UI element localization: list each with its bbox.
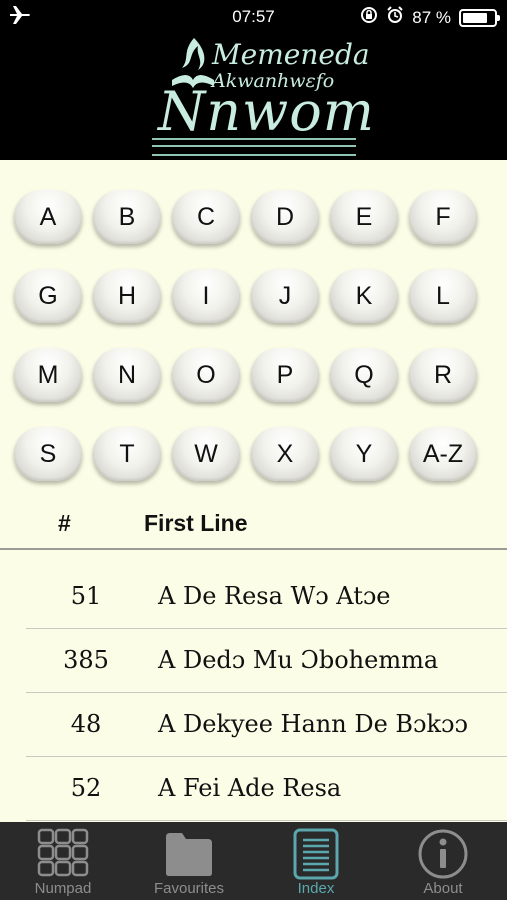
hymnbook-logo: Memeneda Akwanhwɛfo Nnwom — [150, 36, 374, 156]
letter-button-f[interactable]: F — [409, 190, 477, 244]
letter-button-c[interactable]: C — [172, 190, 240, 244]
letter-button-a[interactable]: A — [14, 190, 82, 244]
letter-button-d[interactable]: D — [251, 190, 319, 244]
letter-button-s[interactable]: S — [14, 427, 82, 481]
letter-button-x[interactable]: X — [251, 427, 319, 481]
tab-favourites[interactable]: Favourites — [126, 822, 252, 900]
letter-button-b[interactable]: B — [93, 190, 161, 244]
letter-button-j[interactable]: J — [251, 269, 319, 323]
info-icon — [418, 829, 468, 879]
tab-label: Favourites — [153, 880, 225, 897]
list-document-icon — [293, 828, 339, 880]
battery-icon — [459, 8, 500, 27]
hymn-first-line: A Dedɔ Mu Ɔbohemma — [158, 646, 439, 674]
letter-button-o[interactable]: O — [172, 348, 240, 402]
hymn-row[interactable]: 51 A De Resa Wɔ Atɔe — [26, 565, 507, 629]
tab-label: Numpad — [34, 880, 92, 897]
app-header: 07:57 87 % Memeneda Akwanhwɛfo Nnwom — [0, 0, 507, 160]
hymn-number: 52 — [70, 774, 102, 802]
hymn-number: 385 — [63, 646, 109, 674]
column-header-first-line: First Line — [144, 510, 248, 536]
hymn-table-header: # First Line — [0, 500, 507, 550]
folder-icon — [166, 833, 212, 876]
status-right: 87 % — [360, 6, 500, 29]
tab-numpad[interactable]: Numpad — [0, 822, 126, 900]
battery-percent: 87 % — [412, 7, 451, 27]
column-header-number: # — [58, 510, 71, 536]
letter-button-m[interactable]: M — [14, 348, 82, 402]
hymn-first-line: A De Resa Wɔ Atɔe — [158, 582, 391, 610]
hymn-row[interactable]: 48 A Dekyee Hann De Bɔkɔɔ — [26, 693, 507, 757]
tab-label: About — [423, 880, 463, 897]
letter-button-h[interactable]: H — [93, 269, 161, 323]
letter-button-n[interactable]: N — [93, 348, 161, 402]
status-bar: 07:57 87 % — [0, 0, 507, 32]
hymn-row[interactable]: 385 A Dedɔ Mu Ɔbohemma — [26, 629, 507, 693]
letter-button-r[interactable]: R — [409, 348, 477, 402]
alarm-icon — [386, 6, 404, 29]
letter-index-grid: A B C D E F G H I J K L M N O P Q R S T … — [14, 190, 494, 481]
letter-button-y[interactable]: Y — [330, 427, 398, 481]
letter-button-w[interactable]: W — [172, 427, 240, 481]
letter-button-g[interactable]: G — [14, 269, 82, 323]
hymn-number: 48 — [70, 710, 102, 738]
logo-line-1: Memeneda — [212, 38, 370, 71]
letter-button-a-z[interactable]: A-Z — [409, 427, 477, 481]
hymn-list: 51 A De Resa Wɔ Atɔe 385 A Dedɔ Mu Ɔbohe… — [0, 565, 507, 821]
numpad-grid-icon — [37, 828, 89, 877]
hymn-first-line: A Dekyee Hann De Bɔkɔɔ — [158, 710, 468, 738]
tab-about[interactable]: About — [380, 822, 506, 900]
hymn-number: 51 — [70, 582, 102, 610]
letter-button-p[interactable]: P — [251, 348, 319, 402]
letter-button-k[interactable]: K — [330, 269, 398, 323]
tab-bar: Numpad Favourites Index About — [0, 822, 507, 900]
letter-button-i[interactable]: I — [172, 269, 240, 323]
tab-index[interactable]: Index — [253, 822, 379, 900]
letter-button-q[interactable]: Q — [330, 348, 398, 402]
letter-button-l[interactable]: L — [409, 269, 477, 323]
tab-label: Index — [297, 880, 335, 897]
hymn-row[interactable]: 52 A Fei Ade Resa — [26, 757, 507, 821]
logo-line-3: Nnwom — [158, 80, 375, 143]
hymn-first-line: A Fei Ade Resa — [158, 774, 342, 802]
letter-button-e[interactable]: E — [330, 190, 398, 244]
orientation-lock-icon — [360, 6, 378, 29]
letter-button-t[interactable]: T — [93, 427, 161, 481]
logo-rule-lines — [152, 138, 356, 156]
